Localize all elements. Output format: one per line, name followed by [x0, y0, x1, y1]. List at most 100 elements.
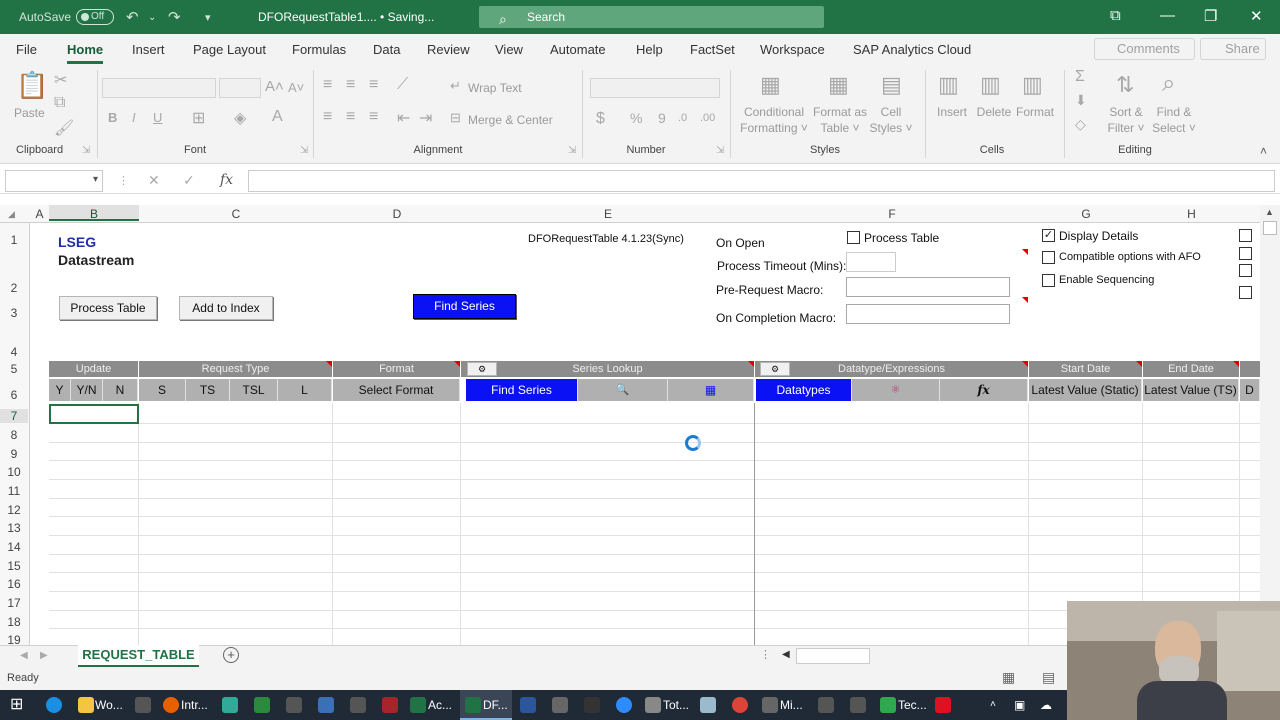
row-header[interactable]: 10 — [0, 465, 28, 479]
clipboard-launcher-icon[interactable]: ⇲ — [82, 145, 90, 156]
add-sheet-icon[interactable]: + — [223, 647, 239, 663]
app-icon[interactable] — [645, 697, 661, 713]
row-header[interactable]: 6 — [0, 388, 28, 402]
app-icon[interactable] — [318, 697, 334, 713]
enable-sequencing-checkbox[interactable] — [1042, 274, 1055, 287]
app-icon[interactable] — [850, 697, 866, 713]
tab-factset[interactable]: FactSet — [690, 42, 735, 57]
taskbar-intr[interactable]: Intr... — [181, 695, 208, 715]
option-checkbox[interactable] — [1239, 286, 1252, 299]
update-n-button[interactable]: N — [103, 379, 138, 401]
column-header[interactable]: D — [333, 207, 461, 221]
tab-workspace[interactable]: Workspace — [760, 42, 825, 57]
tab-page-layout[interactable]: Page Layout — [193, 42, 266, 57]
row-header[interactable]: 18 — [0, 615, 28, 629]
windows-start-icon[interactable]: ⊞ — [10, 695, 23, 715]
fill-icon[interactable]: ⬇ — [1075, 92, 1087, 109]
app-icon[interactable] — [818, 697, 834, 713]
find-select-label-1[interactable]: Find & — [1150, 105, 1198, 119]
align-right-icon[interactable]: ≡ — [369, 108, 378, 126]
font-launcher-icon[interactable]: ⇲ — [300, 145, 308, 156]
option-checkbox[interactable] — [1239, 264, 1252, 277]
decrease-decimal-icon[interactable]: .00 — [700, 112, 715, 124]
datatypes-button[interactable]: Datatypes — [756, 379, 852, 401]
compatible-afo-checkbox[interactable] — [1042, 251, 1055, 264]
tab-help[interactable]: Help — [636, 42, 663, 57]
row-header[interactable]: 16 — [0, 577, 28, 591]
align-center-icon[interactable]: ≡ — [346, 108, 355, 126]
tray-icon[interactable]: ▣ — [1014, 695, 1025, 715]
column-header[interactable]: B — [49, 205, 139, 221]
process-table-button[interactable]: Process Table — [59, 296, 157, 320]
format-as-table-label-1[interactable]: Format as — [810, 105, 870, 119]
row-header[interactable]: 9 — [0, 447, 28, 461]
copy-icon[interactable]: ⧉ — [54, 94, 65, 112]
tray-overflow-icon[interactable]: ˄ — [990, 695, 996, 715]
name-box[interactable] — [5, 170, 103, 192]
add-to-index-button[interactable]: Add to Index — [179, 296, 273, 320]
taskbar-df[interactable]: DF... — [483, 695, 508, 715]
function-builder-button[interactable]: fx — [940, 379, 1028, 401]
extra-header-button[interactable]: D — [1240, 379, 1260, 401]
undo-icon[interactable]: ↶ — [126, 8, 139, 26]
ribbon-display-icon[interactable]: ⧉ — [1110, 7, 1121, 24]
start-date-button[interactable]: Latest Value (Static) — [1029, 379, 1142, 401]
app-icon[interactable] — [135, 697, 151, 713]
tab-review[interactable]: Review — [427, 42, 470, 57]
prev-sheet-icon[interactable]: ◀ — [20, 650, 28, 661]
terminal-icon[interactable] — [584, 697, 600, 713]
autosave-toggle[interactable]: Off — [76, 9, 114, 25]
number-launcher-icon[interactable]: ⇲ — [716, 145, 724, 156]
find-select-icon[interactable]: ⌕ — [1162, 70, 1175, 98]
format-as-table-icon[interactable]: ▦ — [828, 72, 849, 98]
redo-icon[interactable]: ↷ — [168, 8, 181, 26]
row-header[interactable]: 4 — [0, 345, 28, 359]
formula-input[interactable] — [248, 170, 1275, 192]
taskbar-ac[interactable]: Ac... — [428, 695, 452, 715]
customize-qat-icon[interactable]: ▾ — [205, 11, 211, 24]
worksheet-grid[interactable]: LSEG Datastream DFORequestTable 4.1.23(S… — [30, 223, 1260, 645]
cancel-icon[interactable]: ✕ — [148, 172, 160, 189]
conditional-formatting-label-1[interactable]: Conditional — [738, 105, 810, 119]
pre-request-macro-input[interactable] — [846, 277, 1010, 297]
excel-icon[interactable] — [465, 697, 481, 713]
insert-cells-icon[interactable]: ▥ — [938, 72, 959, 98]
italic-icon[interactable]: I — [132, 110, 136, 125]
excel-icon[interactable] — [410, 697, 426, 713]
minimize-icon[interactable]: — — [1160, 7, 1175, 24]
search-box[interactable]: ⌕ Search — [479, 6, 824, 28]
underline-icon[interactable]: U — [153, 110, 162, 125]
option-checkbox[interactable] — [1239, 229, 1252, 242]
delete-cells-label[interactable]: Delete — [972, 105, 1016, 119]
paste-icon[interactable]: 📋 — [16, 70, 48, 101]
document-title[interactable]: DFORequestTable1.... • Saving... — [258, 10, 434, 24]
row-header[interactable]: 12 — [0, 503, 28, 517]
row-header[interactable]: 7 — [0, 409, 28, 423]
find-series-button[interactable]: Find Series — [413, 294, 516, 319]
scroll-left-icon[interactable]: ◀ — [782, 649, 790, 660]
app-icon[interactable] — [552, 697, 568, 713]
zoom-icon[interactable] — [616, 697, 632, 713]
select-format-button[interactable]: Select Format — [333, 379, 460, 401]
percent-icon[interactable]: % — [630, 110, 642, 126]
insert-cells-label[interactable]: Insert — [930, 105, 974, 119]
row-header[interactable]: 14 — [0, 540, 28, 554]
process-timeout-input[interactable] — [846, 252, 896, 272]
find-select-label-2[interactable]: Select ˅ — [1150, 121, 1198, 135]
decrease-indent-icon[interactable]: ⇤ — [397, 108, 410, 128]
row-header[interactable]: 15 — [0, 559, 28, 573]
row-header[interactable]: 5 — [0, 362, 28, 376]
decrease-font-icon[interactable]: A˅ — [288, 80, 304, 95]
expression-icon[interactable]: ⚛ — [852, 379, 940, 401]
number-format-dropdown[interactable] — [590, 78, 720, 98]
tab-formulas[interactable]: Formulas — [292, 42, 346, 57]
normal-view-icon[interactable]: ▦ — [1002, 669, 1015, 686]
cell-styles-label-2[interactable]: Styles ˅ — [866, 121, 916, 135]
taskbar-tec[interactable]: Tec... — [898, 695, 927, 715]
select-all-icon[interactable]: ◢ — [8, 209, 15, 220]
request-s-button[interactable]: S — [139, 379, 186, 401]
conditional-formatting-icon[interactable]: ▦ — [760, 72, 781, 98]
word-icon[interactable] — [520, 697, 536, 713]
restore-icon[interactable]: ❐ — [1204, 7, 1217, 25]
middle-align-icon[interactable]: ≡ — [346, 76, 355, 94]
